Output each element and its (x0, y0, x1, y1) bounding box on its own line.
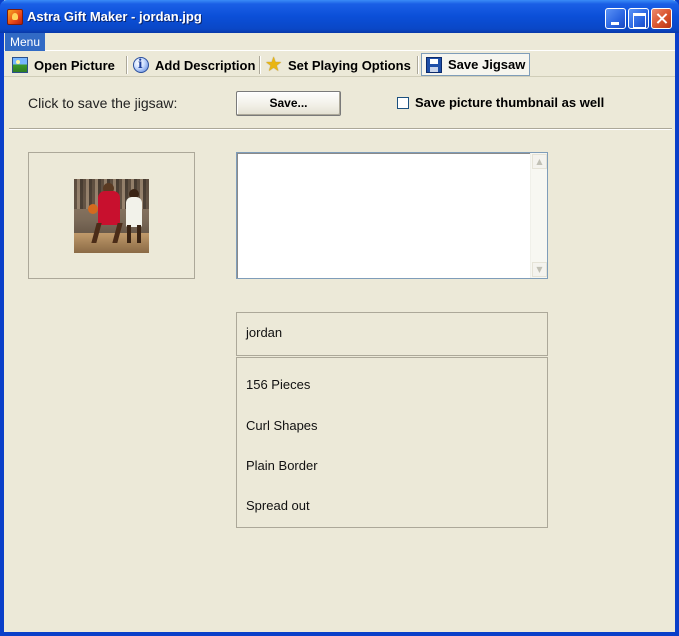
tab-label: Set Playing Options (288, 57, 411, 73)
thumbnail-checkbox[interactable] (397, 97, 409, 109)
scroll-up-arrow-icon[interactable]: ▲ (532, 154, 547, 169)
minimize-button[interactable] (605, 8, 626, 29)
tab-separator (417, 56, 419, 74)
tab-set-playing-options[interactable]: ★ Set Playing Options (266, 54, 411, 76)
summary-layout: Spread out (246, 498, 310, 513)
description-textarea[interactable]: ▲ ▼ (236, 152, 548, 279)
maximize-button[interactable] (628, 8, 649, 29)
window-title: Astra Gift Maker - jordan.jpg (27, 9, 202, 24)
tab-open-picture[interactable]: Open Picture (12, 54, 115, 76)
menu-button[interactable]: Menu (5, 33, 46, 51)
thumbnail-checkbox-label[interactable]: Save picture thumbnail as well (415, 95, 604, 110)
info-icon (133, 57, 149, 73)
close-button[interactable] (651, 8, 672, 29)
jigsaw-summary-header: jordan (236, 312, 548, 356)
jigsaw-name: jordan (246, 325, 283, 340)
scroll-down-arrow-icon[interactable]: ▼ (532, 262, 547, 277)
app-window: Astra Gift Maker - jordan.jpg Menu Open … (0, 0, 679, 636)
tab-add-description[interactable]: Add Description (133, 54, 255, 76)
jigsaw-summary-details: 156 Pieces Curl Shapes Plain Border Spre… (236, 357, 548, 528)
save-button[interactable]: Save... (236, 91, 341, 116)
picture-thumbnail (74, 179, 149, 253)
star-icon: ★ (266, 55, 282, 74)
summary-shapes: Curl Shapes (246, 418, 318, 433)
tab-separator (126, 56, 128, 74)
picture-preview-frame (28, 152, 195, 279)
tab-label: Open Picture (34, 57, 115, 73)
summary-border: Plain Border (246, 458, 318, 473)
divider (9, 128, 672, 130)
tab-label: Add Description (155, 57, 256, 73)
tab-strip: Open Picture Add Description ★ Set Playi… (4, 52, 675, 77)
tab-separator (259, 56, 261, 74)
tab-label: Save Jigsaw (448, 57, 526, 72)
title-bar[interactable]: Astra Gift Maker - jordan.jpg (0, 0, 679, 33)
description-scrollbar[interactable]: ▲ ▼ (530, 153, 547, 278)
save-prompt: Click to save the jigsaw: (28, 95, 178, 111)
app-icon[interactable] (7, 9, 23, 25)
floppy-disk-icon (426, 56, 442, 73)
menu-bar: Menu (4, 33, 675, 51)
tab-save-jigsaw[interactable]: Save Jigsaw (421, 53, 531, 76)
save-toolbar: Click to save the jigsaw: Save... Save p… (4, 78, 675, 128)
summary-pieces: 156 Pieces (246, 377, 311, 392)
picture-icon (12, 57, 28, 73)
